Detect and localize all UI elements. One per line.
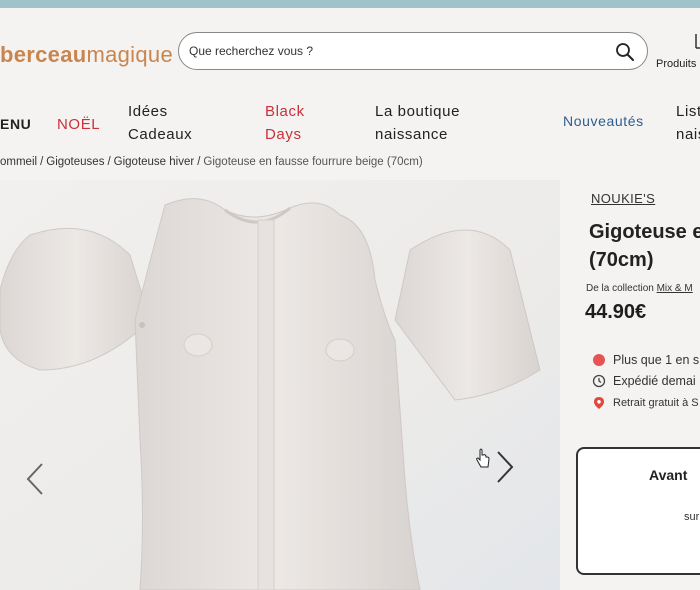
shipping-status: Expédié demai [592,374,696,388]
breadcrumb-item-gigoteuses[interactable]: Gigoteuses [46,156,104,168]
stock-text: Plus que 1 en s [613,353,700,367]
clock-icon [592,374,606,388]
collection-info: De la collection Mix & M [586,283,693,294]
nav-nouveautes[interactable]: Nouveautés [563,110,644,133]
location-pin-icon [594,397,604,409]
advantage-title: Avant [649,467,688,483]
logo-part-berceau: berceau [0,42,87,67]
nav-listes-naissance[interactable]: List nais [676,100,700,146]
shipping-text: Expédié demai [613,374,696,388]
user-icon[interactable] [690,33,700,51]
nav-black-line1: Black [265,103,305,120]
top-strip [0,0,700,8]
search-icon[interactable] [615,42,635,62]
pickup-status: Retrait gratuit à S [592,396,699,410]
prev-image-arrow-icon[interactable] [24,460,46,498]
breadcrumb-separator: / [107,156,111,168]
next-image-arrow-icon[interactable] [494,448,516,486]
nav-noel[interactable]: NOËL [57,113,100,136]
nav-black-days[interactable]: Black Days [265,100,305,146]
breadcrumb-separator: / [197,156,201,168]
product-image[interactable] [0,180,560,590]
nav-menu[interactable]: ENU [0,113,31,136]
stock-dot-icon [593,354,605,366]
search-bar[interactable] [178,32,648,70]
nav-black-line2: Days [265,126,302,143]
account-products-label[interactable]: Produits [656,58,696,70]
breadcrumb-item-sommeil[interactable]: ommeil [0,156,37,168]
stock-status: Plus que 1 en s [592,353,699,367]
logo-part-magique: magique [86,42,173,67]
nav-listes-line2: nais [676,126,700,143]
breadcrumb-current: Gigoteuse en fausse fourrure beige (70cm… [203,156,423,168]
search-input[interactable] [189,41,589,61]
nav-boutique-line1: La boutique [375,103,461,120]
nav-boutique-line2: naissance [375,126,448,143]
breadcrumb-item-gigoteuse-hiver[interactable]: Gigoteuse hiver [114,156,195,168]
product-title-line1: Gigoteuse e [589,221,700,243]
nav-listes-line1: List [676,103,700,120]
collection-prefix: De la collection [586,283,654,294]
advantage-box[interactable]: Avant sur [576,447,700,575]
hand-cursor-icon [476,448,490,468]
breadcrumb: ommeil / Gigoteuses / Gigoteuse hiver / Gigote… [0,156,423,168]
pickup-text[interactable]: Retrait gratuit à S [613,397,699,409]
nav-boutique-naissance[interactable]: La boutique naissance [375,100,460,146]
product-title: Gigoteuse e (70cm) [589,218,700,274]
product-title-line2: (70cm) [589,249,654,271]
product-price: 44.90€ [585,301,647,323]
advantage-subtext: sur [684,511,700,523]
collection-link[interactable]: Mix & M [657,283,693,294]
nav-idees-cadeaux[interactable]: Idées Cadeaux [128,100,192,146]
breadcrumb-separator: / [40,156,44,168]
nav-idees-line1: Idées [128,103,168,120]
site-logo[interactable]: berceaumagique [0,42,173,68]
nav-idees-line2: Cadeaux [128,126,193,143]
brand-link[interactable]: NOUKIE'S [591,191,655,206]
